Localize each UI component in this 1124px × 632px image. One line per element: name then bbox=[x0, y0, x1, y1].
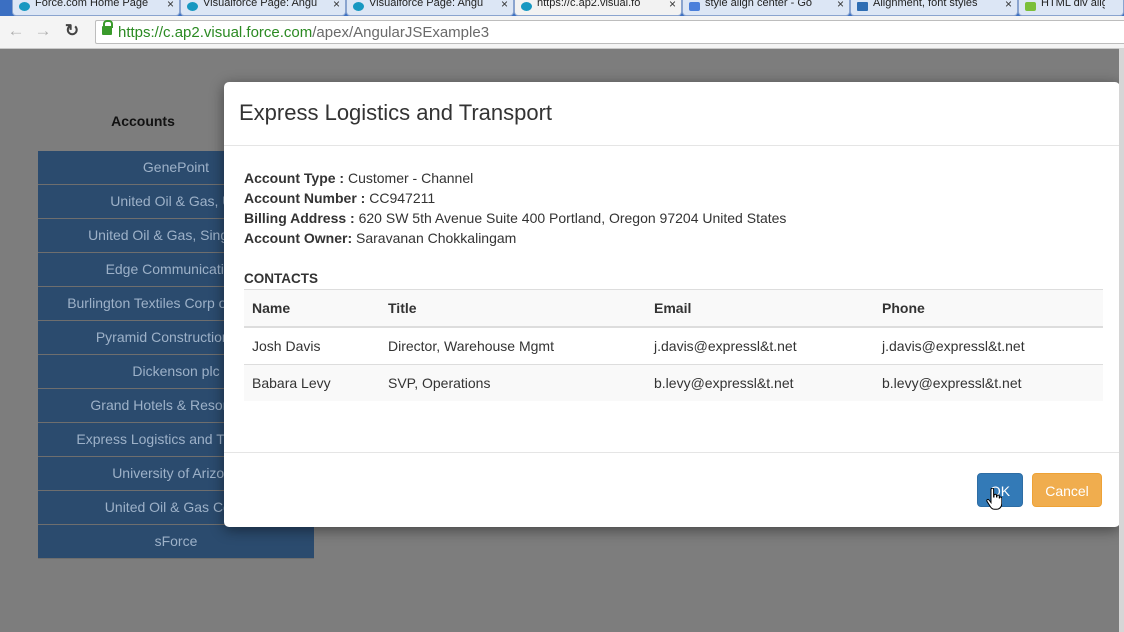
browser-tab[interactable]: style align center - Go × bbox=[682, 0, 850, 16]
column-header: Title bbox=[380, 289, 646, 328]
browser-tab-strip: Force.com Home Page × Visualforce Page: … bbox=[0, 0, 1124, 16]
browser-tab[interactable]: HTML div align bbox=[1018, 0, 1124, 16]
contacts-table: Name Title Email Phone Josh Davis Direct… bbox=[244, 289, 1103, 401]
tab-label: Visualforce Page: Angu bbox=[203, 0, 318, 9]
column-header: Phone bbox=[874, 289, 1103, 328]
contact-email: b.levy@expressl&t.net bbox=[646, 364, 874, 401]
url-scheme: https:// bbox=[118, 24, 164, 41]
field-value: Saravanan Chokkalingam bbox=[356, 230, 517, 246]
browser-toolbar: ← → ↻ https://c.ap2.visual.force.com/ape… bbox=[0, 16, 1124, 49]
tab-label: Force.com Home Page bbox=[35, 0, 149, 9]
contact-phone: b.levy@expressl&t.net bbox=[874, 364, 1103, 401]
contact-phone: j.davis@expressl&t.net bbox=[874, 326, 1103, 365]
field-label: Account Number : bbox=[244, 190, 366, 206]
column-header: Email bbox=[646, 289, 874, 328]
field-label: Account Type : bbox=[244, 170, 345, 186]
table-header-row: Name Title Email Phone bbox=[244, 289, 1103, 328]
cancel-button[interactable]: Cancel bbox=[1032, 473, 1102, 507]
html-icon bbox=[1025, 2, 1036, 11]
browser-tab[interactable]: Visualforce Page: Angu × bbox=[180, 0, 346, 16]
modal-header: Express Logistics and Transport bbox=[224, 82, 1120, 146]
account-item[interactable]: sForce bbox=[38, 525, 314, 559]
billing-address-row: Billing Address : 620 SW 5th Avenue Suit… bbox=[244, 208, 1104, 228]
table-row: Babara Levy SVP, Operations b.levy@expre… bbox=[244, 364, 1103, 401]
contact-name: Josh Davis bbox=[244, 326, 380, 365]
column-header: Name bbox=[244, 289, 380, 328]
browser-tab[interactable]: Alignment, font styles × bbox=[850, 0, 1018, 16]
field-label: Account Owner: bbox=[244, 230, 353, 246]
tab-label: style align center - Go bbox=[705, 0, 812, 9]
url-path: /apex/AngularJSExample3 bbox=[312, 24, 490, 41]
tab-label: HTML div align bbox=[1041, 0, 1105, 9]
field-value: Customer - Channel bbox=[347, 170, 474, 186]
browser-tab[interactable]: Force.com Home Page × bbox=[12, 0, 180, 16]
close-icon[interactable]: × bbox=[333, 0, 340, 11]
contact-email: j.davis@expressl&t.net bbox=[646, 326, 874, 365]
back-arrow-icon[interactable]: ← bbox=[6, 20, 26, 42]
close-icon[interactable]: × bbox=[837, 0, 844, 11]
account-type-row: Account Type : Customer - Channel bbox=[244, 168, 1104, 188]
field-value: CC947211 bbox=[369, 190, 436, 206]
field-label: Billing Address : bbox=[244, 210, 355, 226]
contact-title: SVP, Operations bbox=[380, 364, 646, 401]
account-detail-modal: Express Logistics and Transport Account … bbox=[224, 82, 1120, 527]
modal-body: Account Type : Customer - Channel Accoun… bbox=[244, 168, 1104, 401]
browser-tab[interactable]: Visualforce Page: Angu × bbox=[346, 0, 514, 16]
cloud-icon bbox=[187, 2, 198, 11]
forward-arrow-icon[interactable]: → bbox=[33, 20, 53, 42]
google-icon bbox=[689, 2, 700, 11]
field-value: 620 SW 5th Avenue Suite 400 Portland, Or… bbox=[358, 210, 787, 226]
tab-label: Alignment, font styles bbox=[873, 0, 978, 9]
lock-icon bbox=[102, 20, 113, 35]
w3schools-icon bbox=[857, 2, 868, 11]
cloud-icon bbox=[353, 2, 364, 11]
close-icon[interactable]: × bbox=[167, 0, 174, 11]
address-bar[interactable]: https://c.ap2.visual.force.com/apex/Angu… bbox=[95, 20, 1124, 44]
url-text[interactable]: https://c.ap2.visual.force.com/apex/Angu… bbox=[118, 24, 489, 41]
close-icon[interactable]: × bbox=[669, 0, 676, 11]
account-number-row: Account Number : CC947211 bbox=[244, 188, 1104, 208]
contacts-heading: CONTACTS bbox=[244, 271, 318, 286]
account-owner-row: Account Owner: Saravanan Chokkalingam bbox=[244, 228, 1104, 248]
tab-label: Visualforce Page: Angu bbox=[369, 0, 484, 9]
scrollbar[interactable] bbox=[1119, 48, 1124, 632]
close-icon[interactable]: × bbox=[1005, 0, 1012, 11]
browser-tab-active[interactable]: https://c.ap2.visual.fo × bbox=[514, 0, 682, 16]
reload-icon[interactable]: ↻ bbox=[62, 20, 82, 42]
hand-cursor-icon bbox=[986, 488, 1002, 510]
modal-title: Express Logistics and Transport bbox=[239, 100, 553, 125]
accounts-heading: Accounts bbox=[111, 113, 175, 129]
url-host: c.ap2.visual.force.com bbox=[163, 24, 313, 41]
table-row: Josh Davis Director, Warehouse Mgmt j.da… bbox=[244, 326, 1103, 365]
cloud-icon bbox=[19, 2, 30, 11]
contact-title: Director, Warehouse Mgmt bbox=[380, 326, 646, 365]
tab-label: https://c.ap2.visual.fo bbox=[537, 0, 641, 9]
contact-name: Babara Levy bbox=[244, 364, 380, 401]
cloud-icon bbox=[521, 2, 532, 11]
close-icon[interactable]: × bbox=[501, 0, 508, 11]
